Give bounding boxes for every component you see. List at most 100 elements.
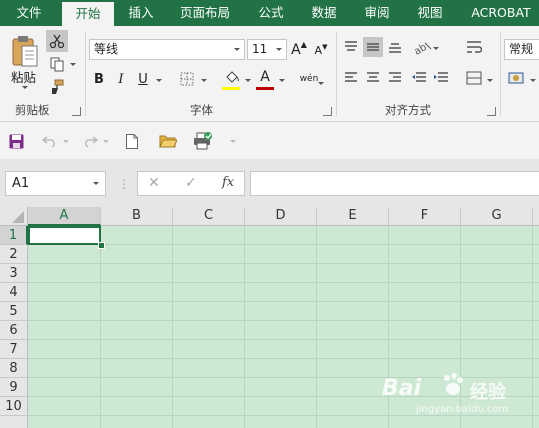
chevron-down-icon[interactable] (234, 48, 240, 51)
row-header-9[interactable]: 9 (0, 378, 28, 397)
font-size-value: 11 (252, 42, 268, 56)
gridline (28, 320, 539, 321)
formula-input[interactable] (250, 171, 539, 196)
fill-color-icon[interactable] (222, 68, 242, 88)
undo-dropdown-caret[interactable] (63, 140, 69, 143)
select-all-corner[interactable] (0, 207, 28, 226)
row-header-10[interactable]: 10 (0, 397, 28, 416)
enter-icon[interactable]: ✓ (185, 175, 197, 191)
redo-dropdown-caret[interactable] (103, 140, 109, 143)
underline-dropdown-caret[interactable] (156, 79, 162, 82)
paste-icon[interactable] (8, 33, 42, 71)
clipboard-dialog-launcher[interactable] (72, 107, 81, 116)
tab-formulas[interactable]: 公式 (251, 0, 291, 26)
cancel-icon[interactable]: ✕ (148, 175, 160, 191)
increase-indent-icon[interactable] (431, 68, 451, 88)
align-right-icon[interactable] (385, 68, 405, 88)
row-header-2[interactable]: 2 (0, 245, 28, 264)
tab-insert[interactable]: 插入 (119, 0, 163, 26)
row-header-5[interactable]: 5 (0, 302, 28, 321)
paste-button[interactable]: 粘贴 (11, 67, 36, 86)
redo-icon[interactable] (80, 131, 100, 151)
name-box[interactable]: A1 (5, 171, 106, 196)
orientation-icon[interactable]: ab (411, 36, 435, 58)
row-header-3[interactable]: 3 (0, 264, 28, 283)
insert-function-icon[interactable]: fx (222, 175, 234, 190)
undo-icon[interactable] (40, 131, 60, 151)
alignment-dialog-launcher[interactable] (487, 107, 496, 116)
column-header-partial[interactable] (533, 207, 539, 226)
chevron-down-icon[interactable] (93, 182, 99, 185)
font-size-combo[interactable]: 11 (247, 39, 287, 60)
row-header-8[interactable]: 8 (0, 359, 28, 378)
caret-down-icon: ▼ (322, 42, 328, 51)
row-header-7[interactable]: 7 (0, 340, 28, 359)
row-header-6[interactable]: 6 (0, 321, 28, 340)
tab-data[interactable]: 数据 (304, 0, 344, 26)
align-center-icon[interactable] (363, 68, 383, 88)
copy-dropdown-caret[interactable] (70, 63, 76, 66)
borders-icon[interactable] (178, 70, 196, 88)
open-folder-icon[interactable] (157, 131, 179, 151)
save-icon[interactable] (6, 131, 26, 151)
column-header-e[interactable]: E (317, 207, 389, 226)
orientation-dropdown-caret[interactable] (433, 47, 439, 50)
wrap-text-icon[interactable] (463, 37, 485, 57)
row-header-partial[interactable] (0, 416, 28, 428)
tab-view[interactable]: 视图 (410, 0, 450, 26)
formula-bar-grip[interactable]: ⋮ (118, 177, 130, 191)
fill-color-dropdown-caret[interactable] (245, 79, 251, 82)
underline-button[interactable]: U (134, 69, 152, 89)
gridline (100, 226, 101, 428)
font-dialog-launcher[interactable] (323, 107, 332, 116)
tab-home[interactable]: 开始 (62, 2, 114, 26)
align-middle-icon[interactable] (363, 37, 383, 57)
tab-review[interactable]: 审阅 (357, 0, 397, 26)
bold-button[interactable]: B (90, 69, 108, 89)
italic-button[interactable]: I (112, 69, 130, 89)
number-format-combo[interactable]: 常规 (504, 39, 539, 60)
accounting-format-icon[interactable] (506, 68, 528, 88)
phonetic-button[interactable]: wén (298, 69, 320, 89)
active-cell-a1[interactable] (28, 226, 101, 245)
tab-file[interactable]: 文件 (5, 0, 53, 26)
font-color-dropdown-caret[interactable] (279, 79, 285, 82)
font-name-value: 等线 (94, 42, 119, 56)
align-left-icon[interactable] (341, 68, 361, 88)
cut-icon[interactable] (46, 30, 68, 52)
column-header-b[interactable]: B (101, 207, 173, 226)
column-header-c[interactable]: C (173, 207, 245, 226)
customize-qat-caret[interactable] (230, 140, 236, 143)
print-preview-icon[interactable] (191, 130, 215, 152)
borders-dropdown-caret[interactable] (201, 79, 207, 82)
font-color-button[interactable]: A (256, 68, 274, 86)
row-header-4[interactable]: 4 (0, 283, 28, 302)
clipboard-group-label: 剪贴板 (15, 103, 50, 117)
new-document-icon[interactable] (122, 131, 142, 151)
column-header-f[interactable]: F (389, 207, 461, 226)
column-header-d[interactable]: D (245, 207, 317, 226)
column-header-a[interactable]: A (28, 207, 101, 226)
group-separator (500, 32, 501, 116)
align-bottom-icon[interactable] (385, 37, 405, 57)
fill-handle[interactable] (98, 242, 105, 249)
shrink-font-button[interactable]: A ▼ (313, 41, 329, 60)
merge-center-icon[interactable] (463, 68, 485, 88)
grow-font-button[interactable]: A ▲ (291, 39, 307, 60)
format-painter-icon[interactable] (46, 77, 68, 97)
group-separator (85, 32, 86, 116)
row-header-1[interactable]: 1 (0, 226, 28, 245)
column-header-g[interactable]: G (461, 207, 533, 226)
decrease-indent-icon[interactable] (409, 68, 429, 88)
tab-acrobat[interactable]: ACROBAT (463, 0, 539, 26)
phonetic-dropdown-caret[interactable] (318, 82, 324, 85)
watermark-brand: Bai (382, 376, 422, 401)
font-name-combo[interactable]: 等线 (89, 39, 245, 60)
copy-icon[interactable] (46, 54, 68, 74)
tab-page-layout[interactable]: 页面布局 (174, 0, 236, 26)
chevron-down-icon[interactable] (276, 48, 282, 51)
merge-dropdown-caret[interactable] (487, 79, 493, 82)
paste-dropdown-caret[interactable] (22, 86, 28, 89)
align-top-icon[interactable] (341, 37, 361, 57)
accounting-dropdown-caret[interactable] (530, 79, 536, 82)
